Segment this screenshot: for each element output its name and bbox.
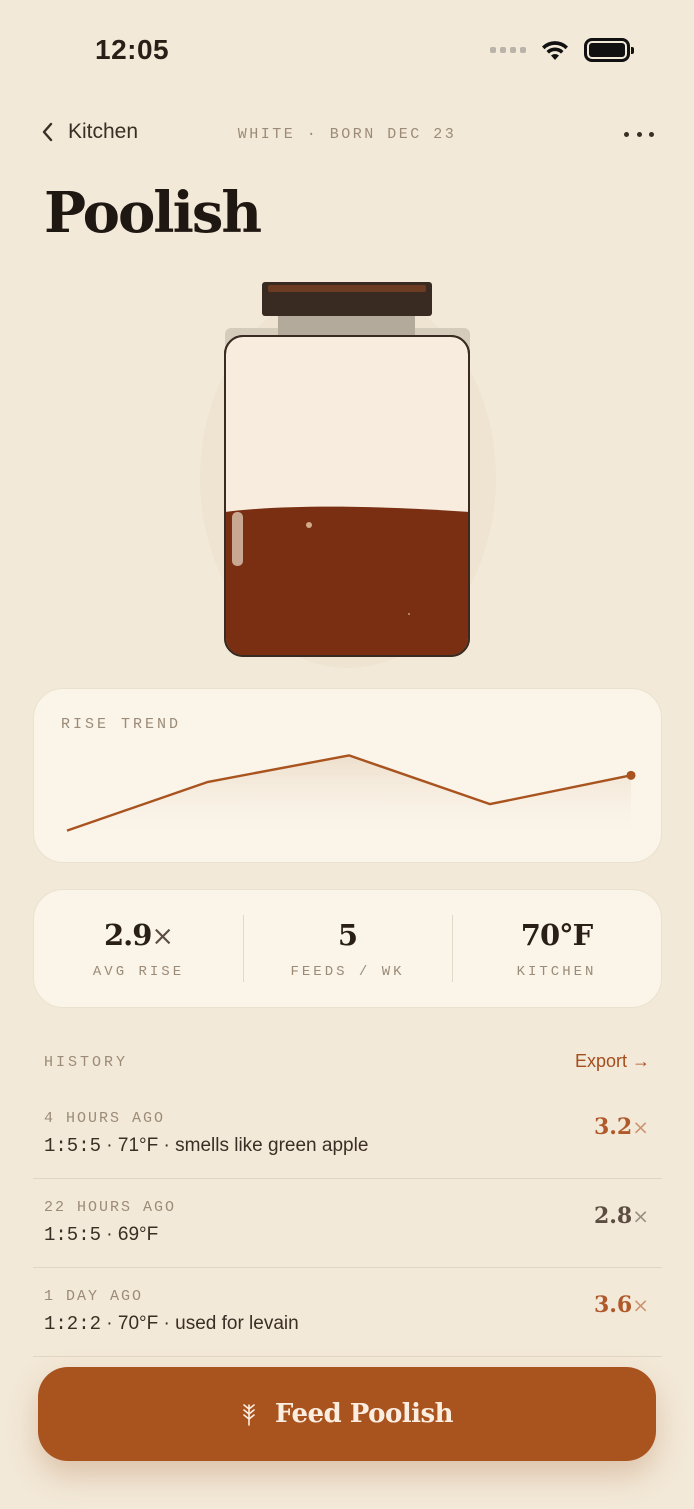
stat-kitchen-temp: 70°F KITCHEN — [452, 890, 661, 1007]
stat-label: FEEDS / WK — [290, 963, 405, 980]
row-detail: 1:2:2 · 70°F · used for levain — [44, 1313, 299, 1335]
stat-feeds-per-week: 5 FEEDS / WK — [243, 890, 452, 1007]
feed-button[interactable]: Feed Poolish — [38, 1367, 656, 1461]
row-rise: 2.8× — [593, 1203, 649, 1229]
starter-jar-illustration — [200, 282, 496, 668]
stat-value: 70°F — [520, 917, 593, 952]
trend-area — [67, 755, 631, 839]
stats-card: 2.9× AVG RISE 5 FEEDS / WK 70°F KITCHEN — [33, 889, 662, 1008]
trend-latest-point — [626, 770, 636, 780]
wifi-icon — [542, 41, 568, 60]
rise-trend-card: RISE TREND — [33, 688, 662, 863]
status-icons — [490, 38, 634, 62]
row-time: 1 DAY AGO — [44, 1288, 144, 1305]
row-detail: 1:5:5 · 71°F · smells like green apple — [44, 1135, 369, 1157]
export-link[interactable]: Export → — [575, 1051, 650, 1072]
history-row[interactable]: 1 DAY AGO 1:2:2 · 70°F · used for levain… — [33, 1268, 662, 1357]
stat-label: AVG RISE — [92, 963, 185, 980]
more-options-icon[interactable] — [624, 122, 654, 146]
row-detail: 1:5:5 · 69°F — [44, 1224, 159, 1246]
row-rise: 3.6× — [593, 1292, 649, 1318]
status-time: 12:05 — [95, 34, 170, 65]
stat-value: 2.9× — [103, 917, 174, 952]
history-header: HISTORY — [44, 1054, 129, 1071]
starter-meta: WHITE · BORN DEC 23 — [237, 126, 457, 143]
stat-value: 5 — [337, 917, 358, 952]
stat-label: KITCHEN — [516, 963, 597, 980]
history-row[interactable]: 22 HOURS AGO 1:5:5 · 69°F 2.8× — [33, 1179, 662, 1268]
page-title: Poolish — [44, 180, 262, 246]
history-row[interactable]: 4 HOURS AGO 1:5:5 · 71°F · smells like g… — [33, 1090, 662, 1179]
cellular-signal-icon — [490, 47, 526, 53]
wheat-icon — [243, 1404, 255, 1426]
history-list: 4 HOURS AGO 1:5:5 · 71°F · smells like g… — [33, 1090, 662, 1357]
row-time: 4 HOURS AGO — [44, 1110, 166, 1127]
battery-icon — [584, 38, 634, 62]
row-time: 22 HOURS AGO — [44, 1199, 177, 1216]
row-rise: 3.2× — [593, 1114, 649, 1140]
rise-trend-chart — [66, 754, 636, 839]
stat-avg-rise: 2.9× AVG RISE — [34, 890, 243, 1007]
feed-button-label: Feed Poolish — [274, 1399, 454, 1429]
